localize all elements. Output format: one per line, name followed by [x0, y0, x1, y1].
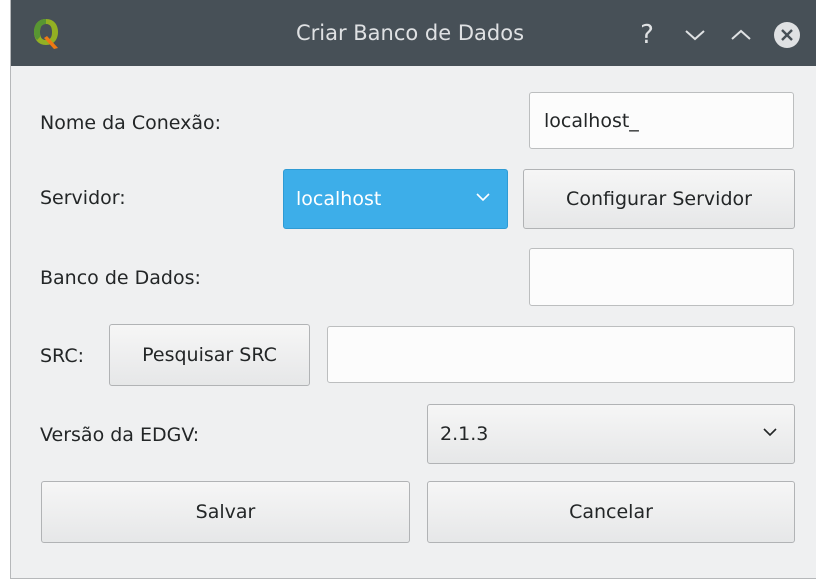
- edgv-selected-value: 2.1.3: [440, 423, 489, 445]
- chevron-down-icon: [476, 193, 490, 202]
- database-label: Banco de Dados:: [40, 267, 201, 289]
- dialog-window: Criar Banco de Dados ? Nome da Conexão: …: [10, 0, 816, 579]
- database-field[interactable]: [529, 248, 794, 306]
- src-field[interactable]: [327, 326, 795, 383]
- help-button[interactable]: ?: [633, 21, 661, 49]
- connection-name-field[interactable]: localhost_: [529, 92, 794, 149]
- close-icon: [774, 22, 800, 48]
- configure-server-button[interactable]: Configurar Servidor: [523, 169, 795, 229]
- edgv-version-combobox[interactable]: 2.1.3: [427, 404, 795, 464]
- maximize-button[interactable]: [727, 21, 755, 49]
- chevron-up-icon: [731, 29, 751, 40]
- title-bar: Criar Banco de Dados ?: [11, 0, 816, 66]
- connection-name-label: Nome da Conexão:: [40, 112, 222, 134]
- minimize-button[interactable]: [681, 21, 709, 49]
- server-label: Servidor:: [40, 187, 126, 209]
- chevron-down-icon: [685, 30, 705, 41]
- src-label: SRC:: [40, 345, 84, 367]
- edgv-version-label: Versão da EDGV:: [40, 424, 200, 446]
- close-button[interactable]: [773, 21, 801, 49]
- cancel-button[interactable]: Cancelar: [427, 481, 795, 543]
- save-button[interactable]: Salvar: [41, 481, 410, 543]
- server-combobox[interactable]: localhost: [283, 169, 508, 229]
- server-selected-value: localhost: [296, 188, 382, 210]
- search-src-button[interactable]: Pesquisar SRC: [109, 324, 310, 386]
- chevron-down-icon: [763, 428, 777, 437]
